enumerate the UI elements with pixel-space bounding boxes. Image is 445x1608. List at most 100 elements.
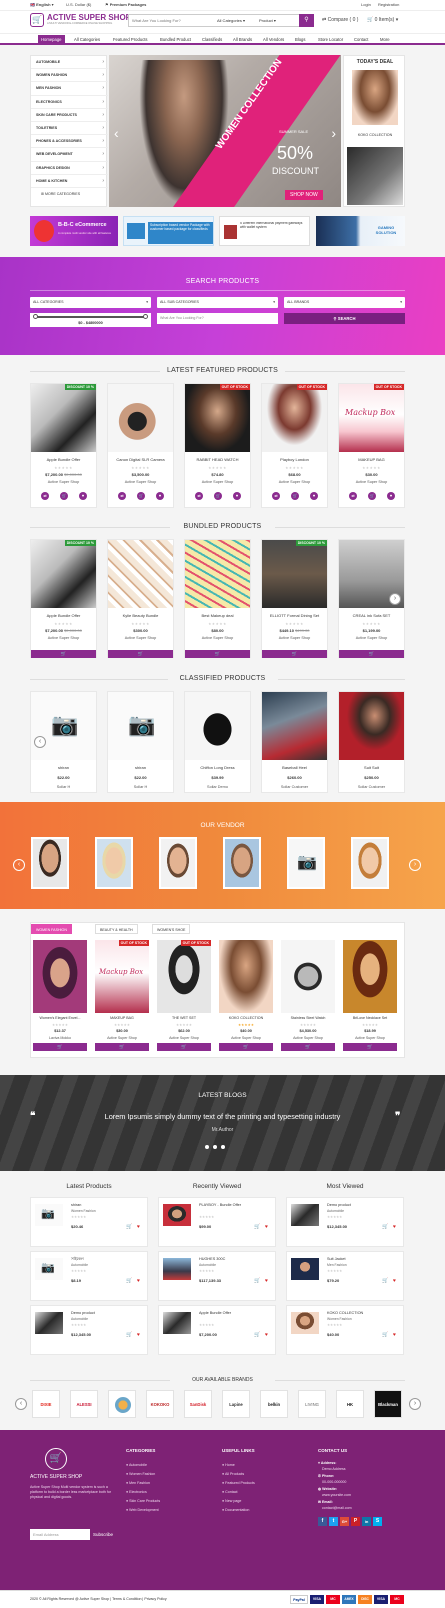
cart-icon[interactable]: 🛒: [254, 1332, 260, 1338]
compare-icon[interactable]: ⇄: [118, 492, 126, 500]
brand-logo[interactable]: DIXIE: [32, 1390, 60, 1418]
heart-icon[interactable]: ♥: [265, 1332, 268, 1338]
footer-category-link[interactable]: ● Electronics: [126, 1490, 147, 1494]
heart-icon[interactable]: ♥: [393, 1224, 396, 1230]
product-image[interactable]: [157, 940, 211, 1013]
footer-useful-link[interactable]: ● All Products: [222, 1472, 244, 1476]
shop-now-button[interactable]: SHOP NOW: [285, 190, 323, 200]
product-name[interactable]: shiran: [108, 765, 173, 771]
cart-icon[interactable]: 🛒: [382, 1224, 388, 1230]
product-image[interactable]: [262, 540, 327, 608]
sidebar-item[interactable]: TOILETRIES ›: [31, 122, 108, 136]
product-name[interactable]: Women's Elegant Envel...: [33, 1016, 87, 1020]
sidebar-item[interactable]: HOME & KITCHEN ›: [31, 175, 108, 188]
currency-selector[interactable]: U.S. Dollar ($): [66, 2, 91, 8]
brand-logo[interactable]: Blackman: [374, 1390, 402, 1418]
sidebar-item[interactable]: ELECTRONICS ›: [31, 96, 108, 109]
classified-card[interactable]: Suit Suit $250.00 Sollar Customer: [338, 691, 405, 793]
product-image[interactable]: [219, 940, 273, 1013]
cart-icon[interactable]: 🛒: [382, 1278, 388, 1284]
search-input[interactable]: [132, 16, 212, 25]
product-image[interactable]: [343, 940, 397, 1013]
cart-icon[interactable]: 🛒: [126, 1332, 132, 1338]
product-name[interactable]: CREAL ink Sofa SET: [339, 613, 404, 619]
seller-name[interactable]: Active Super Shop: [185, 480, 250, 485]
sidebar-item[interactable]: MEN FASHION ›: [31, 82, 108, 96]
product-name[interactable]: Suit Jacket: [327, 1257, 346, 1262]
range-min-handle[interactable]: [33, 314, 38, 319]
seller-name[interactable]: Sollar Customer: [339, 785, 404, 790]
hero-slider[interactable]: WOMEN COLLECTION SUMMER SALE 50% DISCOUN…: [109, 55, 341, 207]
list-item[interactable]: KOKO COLLECTION Women Fashion ★★★★★ $40.00 🛒…: [286, 1305, 404, 1355]
search-submit-button[interactable]: ⚲ SEARCH: [284, 313, 405, 324]
linkedin-icon[interactable]: in: [362, 1517, 371, 1526]
seller-name[interactable]: Active Super Shop: [219, 1036, 273, 1040]
heart-icon[interactable]: ♥: [79, 492, 87, 500]
list-item[interactable]: Demo product Automobile ★★★★★ $12,345.00 🛒 ♥: [30, 1305, 148, 1355]
heart-icon[interactable]: ♥: [393, 1332, 396, 1338]
seller-name[interactable]: Active Super Shop: [31, 636, 96, 641]
list-item[interactable]: Demo product Automobile ★★★★★ $12,345.00 🛒 ♥: [286, 1197, 404, 1247]
product-image[interactable]: [185, 384, 250, 452]
search-button[interactable]: ⚲: [299, 14, 314, 27]
product-name[interactable]: সাইকেল: [71, 1257, 84, 1262]
more-categories-link[interactable]: ⊞ MORE CATEGORIES: [31, 188, 108, 201]
footer-useful-link[interactable]: ● Contact: [222, 1490, 238, 1494]
product-name[interactable]: HUGHES 300C: [199, 1257, 225, 1262]
cart-icon[interactable]: 🛒: [254, 1224, 260, 1230]
language-selector[interactable]: 🇬🇧 English ▾: [30, 2, 54, 8]
product-name[interactable]: THE WET SET: [157, 1016, 211, 1020]
promo-banner[interactable]: 5 Different international payment gatewa…: [219, 216, 310, 246]
all-sub-categories-select[interactable]: ALL SUB CATEGORIES ▾: [157, 297, 278, 308]
product-card[interactable]: Women's Elegant Envel... ★★★★★ $12.37 La…: [33, 940, 87, 1056]
footer-useful-link[interactable]: ● New page: [222, 1499, 241, 1503]
seller-name[interactable]: Active Super Shop: [262, 636, 327, 641]
footer-useful-link[interactable]: ● Home: [222, 1463, 235, 1467]
heart-icon[interactable]: ♥: [393, 1278, 396, 1284]
seller-name[interactable]: Active Super Shop: [185, 636, 250, 641]
vendor-next-arrow[interactable]: ›: [409, 859, 421, 871]
product-image[interactable]: Mackup Box: [339, 384, 404, 452]
blog-dot[interactable]: [221, 1145, 225, 1149]
add-to-cart-button[interactable]: 🛒: [108, 650, 173, 658]
product-thumb[interactable]: [291, 1258, 319, 1280]
product-name[interactable]: MAKEUP BAG: [95, 1016, 149, 1020]
product-name[interactable]: Canon Digital SLR Camera: [108, 457, 173, 463]
product-name[interactable]: Playboy London: [262, 457, 327, 463]
product-name[interactable]: Apple Bundle Offer: [31, 613, 96, 619]
compare-icon[interactable]: ⇄: [349, 492, 357, 500]
brand-logo[interactable]: LIVING: [298, 1390, 326, 1418]
product-card[interactable]: Mackup Box OUT OF STOCK MAKEUP BAG ★★★★★…: [95, 940, 149, 1056]
product-thumb[interactable]: [291, 1312, 319, 1334]
product-name[interactable]: PLAYBOY - Bundle Offer: [199, 1203, 241, 1208]
nav-all-vendors[interactable]: All Vendors: [263, 37, 284, 42]
sidebar-item[interactable]: SKIN CARE PRODUCTS ›: [31, 109, 108, 122]
product-image[interactable]: 📷: [31, 692, 96, 760]
product-name[interactable]: shiran: [71, 1203, 81, 1208]
carousel-next-arrow[interactable]: ›: [389, 593, 401, 605]
product-name[interactable]: Stainless Steel Watch: [281, 1016, 335, 1020]
cart-icon[interactable]: 🛒: [382, 1332, 388, 1338]
nav-featured-products[interactable]: Featured Products: [113, 37, 147, 42]
list-item[interactable]: HUGHES 300C Automobile ★★★★★ $117,139.33 🛒 ♥: [158, 1251, 276, 1301]
product-card[interactable]: DISCOUNT 10 % Apple Bundle Offer ★★★★★ $…: [30, 539, 97, 658]
product-name[interactable]: BriLove Necklace Set: [343, 1016, 397, 1020]
seller-name[interactable]: Active Super Shop: [95, 1036, 149, 1040]
list-item[interactable]: 📷 সাইকেল Automobile ★★★★★ $8.19 🛒 ♥: [30, 1251, 148, 1301]
nav-contact[interactable]: Contact: [354, 37, 368, 42]
list-item[interactable]: Suit Jacket Men Fashion ★★★★★ $79.20 🛒 ♥: [286, 1251, 404, 1301]
heart-icon[interactable]: ♥: [310, 492, 318, 500]
nav-blogs[interactable]: Blogs: [295, 37, 305, 42]
seller-name[interactable]: Sollar H: [31, 785, 96, 790]
website-value[interactable]: www.yoursite.com: [322, 1493, 351, 1497]
product-image[interactable]: [31, 540, 96, 608]
heart-icon[interactable]: ♥: [137, 1332, 140, 1338]
product-name[interactable]: Demo product: [327, 1203, 351, 1208]
brand-logo[interactable]: HK: [336, 1390, 364, 1418]
nav-bundled-product[interactable]: Bundled Product: [160, 37, 191, 42]
nav-store-locator[interactable]: Store Locator: [318, 37, 343, 42]
product-name[interactable]: KOKO COLLECTION: [327, 1311, 363, 1316]
cart-icon[interactable]: 🛒: [368, 492, 376, 500]
classified-card[interactable]: Chiffon Long Dress $39.99 Sollar Demo: [184, 691, 251, 793]
vendor-avatar[interactable]: [95, 837, 133, 889]
